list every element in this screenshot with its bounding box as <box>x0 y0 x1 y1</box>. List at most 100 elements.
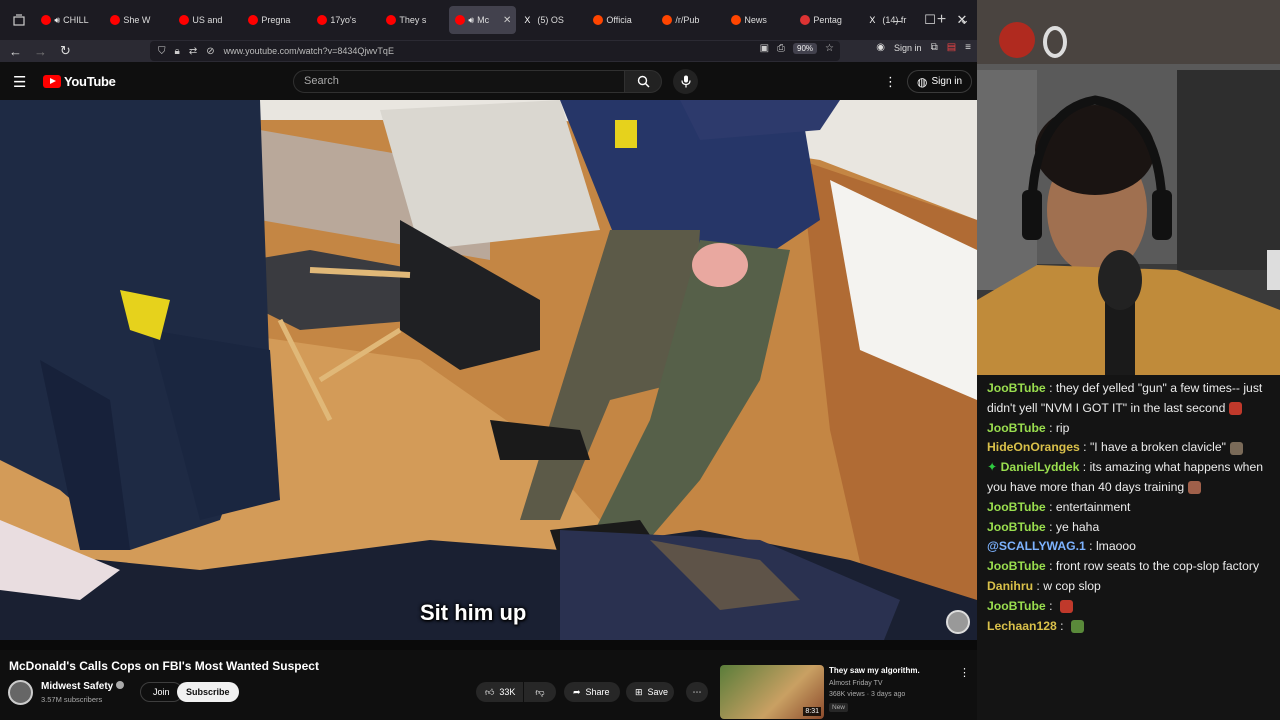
favicon-icon <box>41 15 52 25</box>
chat-emote-icon <box>1188 481 1202 495</box>
back-icon[interactable]: ← <box>3 44 28 59</box>
addon-icon[interactable]: ▤ <box>947 42 956 53</box>
url-text[interactable]: www.youtube.com/watch?v=8434QjwvTqE <box>224 46 394 56</box>
channel-avatar[interactable] <box>8 680 33 705</box>
account-icon[interactable]: ◉ <box>876 42 885 53</box>
youtube-header: ☰ YouTube Search ⋮ ◍ Sign in <box>0 62 977 100</box>
chat-message: JooBTube : rip <box>987 419 1272 439</box>
chat-username[interactable]: JooBTube <box>987 381 1046 395</box>
browser-tab[interactable]: 🔊︎ Mc ✕ <box>449 6 517 34</box>
muted-icon[interactable]: ⊘ <box>206 46 214 57</box>
video-caption: Sit him up <box>420 600 527 625</box>
favicon-icon <box>248 15 259 25</box>
chat-username[interactable]: HideOnOranges <box>987 440 1080 454</box>
recommended-title[interactable]: They saw my algorithm. <box>829 666 920 675</box>
tab-strip: 🔊︎ CHILL She W US and Pregna 17yo's They s 🔊︎ Mc… <box>34 6 931 34</box>
app-menu-icon[interactable]: ≡ <box>965 42 971 53</box>
pocket-icon[interactable]: ⎙ <box>777 43 785 54</box>
browser-tab[interactable]: News <box>725 6 792 34</box>
search-input[interactable]: Search <box>293 70 625 93</box>
chat-username[interactable]: JooBTube <box>987 520 1046 534</box>
chat-username[interactable]: JooBTube <box>987 500 1046 514</box>
microphone-icon <box>680 75 691 88</box>
zoom-level[interactable]: 90% <box>793 43 818 54</box>
verified-icon <box>116 681 125 689</box>
playlist-add-icon: ⊞ <box>635 686 643 697</box>
search-button[interactable] <box>624 70 662 93</box>
youtube-logo[interactable]: YouTube <box>43 74 116 89</box>
browser-tab[interactable]: 17yo's <box>311 6 378 34</box>
chat-separator: : <box>1045 598 1056 613</box>
settings-dots-icon[interactable]: ⋮ <box>884 74 897 90</box>
tab-list-icon[interactable] <box>4 0 34 40</box>
recommended-menu-icon[interactable]: ⋮ <box>959 666 970 679</box>
lock-icon[interactable]: 🔒︎ <box>175 46 180 57</box>
browser-tab[interactable]: Officia <box>587 6 654 34</box>
video-player[interactable]: Sit him up <box>0 100 977 650</box>
browser-tab[interactable]: Pentag <box>794 6 861 34</box>
browser-tab[interactable]: US and <box>173 6 240 34</box>
minimize-icon[interactable]: – <box>882 0 914 40</box>
speaker-icon[interactable]: 🔊︎ <box>54 15 60 26</box>
chat-emote-icon <box>1059 600 1073 614</box>
address-bar[interactable]: ⛉ 🔒︎ ⇄ ⊘ www.youtube.com/watch?v=8434Qjw… <box>150 41 840 61</box>
dislike-button[interactable]: 👎︎ <box>524 682 556 702</box>
channel-name[interactable]: Midwest Safety <box>41 681 125 692</box>
subscriber-count: 3.57M subscribers <box>41 695 103 704</box>
url-actions: ▣ ⎙ 90% ☆ <box>760 43 834 54</box>
youtube-signin-button[interactable]: ◍ Sign in <box>907 70 973 93</box>
webcam-frame <box>977 0 1280 375</box>
browser-signin[interactable]: Sign in <box>894 43 922 53</box>
browser-tab[interactable]: /r/Pub <box>656 6 723 34</box>
chat-username[interactable]: JooBTube <box>987 599 1046 613</box>
chat-username[interactable]: Danihru <box>987 579 1033 593</box>
chat-username[interactable]: JooBTube <box>987 421 1046 435</box>
chat-text: front row seats to the cop-slop factory <box>1055 559 1260 574</box>
like-button[interactable]: 👍︎ 33K <box>476 682 523 702</box>
recommended-channel[interactable]: Almost Friday TV <box>829 680 883 687</box>
chat-username[interactable]: Lechaan128 <box>987 619 1057 633</box>
toolbar-right: ◉ Sign in ⧉ ▤ ≡ <box>876 42 971 53</box>
forward-icon[interactable]: → <box>28 44 53 59</box>
permissions-icon[interactable]: ⇄ <box>189 46 197 57</box>
recommended-thumbnail[interactable]: 8:31 <box>720 665 824 719</box>
browser-tab[interactable]: 🔊︎ CHILL <box>35 6 102 34</box>
favicon-icon <box>800 15 811 25</box>
browser-tab[interactable]: They s <box>380 6 447 34</box>
browser-tab[interactable]: X (5) OS <box>518 6 585 34</box>
speaker-icon[interactable]: 🔊︎ <box>468 15 474 26</box>
thumbs-down-icon: 👎︎ <box>535 686 545 697</box>
chat-message: JooBTube : entertainment <box>987 498 1272 518</box>
chat-separator: : <box>1079 440 1090 455</box>
channel-watermark-icon[interactable] <box>946 610 970 634</box>
voice-search-button[interactable] <box>673 69 698 94</box>
close-tab-icon[interactable]: ✕ <box>503 15 511 26</box>
extensions-icon[interactable]: ⧉ <box>931 42 938 53</box>
navigation-bar: ← → ↻ ⛉ 🔒︎ ⇄ ⊘ www.youtube.com/watch?v=8… <box>0 40 977 62</box>
tab-label: US and <box>192 15 223 25</box>
chat-username[interactable]: JooBTube <box>987 559 1046 573</box>
chat-emote-icon <box>1229 441 1243 455</box>
subscribe-button[interactable]: Subscribe <box>177 682 239 702</box>
chat-message: Danihru : w cop slop <box>987 577 1272 597</box>
browser-tab[interactable]: She W <box>104 6 171 34</box>
close-window-icon[interactable]: ✕ <box>946 0 978 40</box>
shield-icon[interactable]: ⛉ <box>158 46 166 57</box>
save-button[interactable]: ⊞ Save <box>626 682 674 702</box>
reader-view-icon[interactable]: ▣ <box>760 43 769 54</box>
reload-icon[interactable]: ↻ <box>53 43 78 59</box>
maximize-icon[interactable]: ☐ <box>914 0 946 40</box>
more-actions-icon[interactable]: ⋯ <box>686 682 708 702</box>
channel-name-text[interactable]: Midwest Safety <box>41 681 113 692</box>
browser-tab[interactable]: Pregna <box>242 6 309 34</box>
chat-separator: : <box>1085 539 1096 554</box>
share-button[interactable]: ➦ Share <box>564 682 620 702</box>
guide-menu-icon[interactable]: ☰ <box>13 73 26 91</box>
favicon-icon <box>386 15 397 25</box>
chat-username[interactable]: @SCALLYWAG.1 <box>987 539 1086 553</box>
bookmark-star-icon[interactable]: ☆ <box>825 43 834 54</box>
chat-separator: : <box>1079 460 1090 475</box>
video-info: McDonald's Calls Cops on FBI's Most Want… <box>0 650 977 720</box>
chat-username[interactable]: DanielLyddek <box>1001 460 1080 474</box>
youtube-play-icon <box>43 75 61 88</box>
